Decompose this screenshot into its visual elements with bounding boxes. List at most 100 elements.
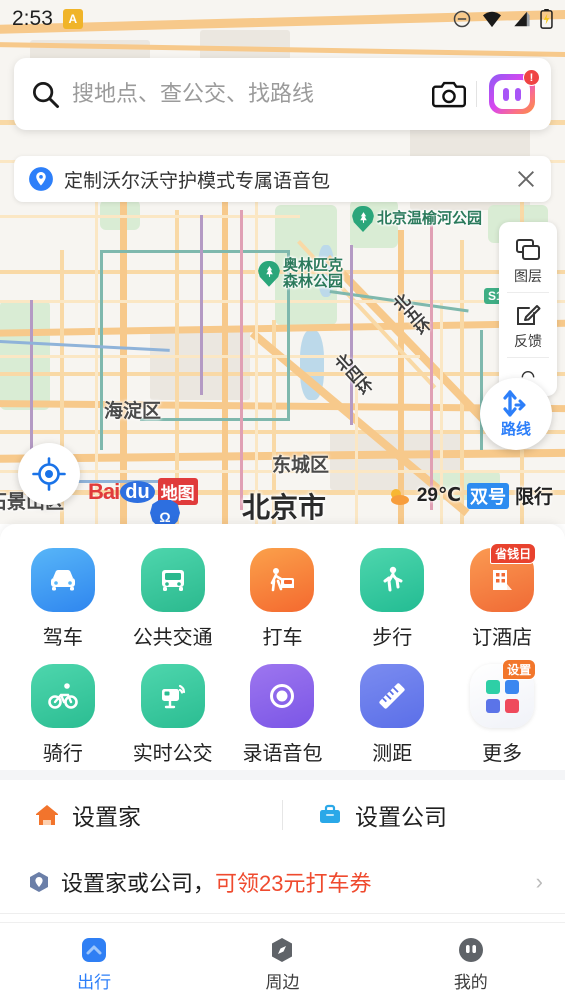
close-icon[interactable] (515, 168, 537, 190)
briefcase-icon (320, 804, 340, 823)
quick-action-label: 测距 (372, 743, 413, 765)
profile-icon (456, 935, 486, 965)
quick-action-taxi[interactable]: 打车 (228, 540, 338, 656)
hailing-icon (250, 548, 315, 612)
ruler-icon (360, 664, 425, 728)
status-bar: 2:53 A (0, 0, 565, 38)
chevron-right-icon[interactable]: › (536, 869, 543, 895)
grid-more-icon: 设置 (470, 659, 537, 728)
nav-item-travel[interactable]: 出行 (0, 923, 188, 1004)
traffic-restriction-badge: 双号 (466, 482, 509, 509)
home-icon (36, 805, 58, 825)
search-input[interactable] (72, 81, 432, 107)
quick-action-bike[interactable]: 骑行 (8, 656, 118, 772)
quick-action-label: 公共交通 (132, 627, 213, 649)
promo-row[interactable]: 设置家或公司，可领23元打车券 › (0, 854, 565, 910)
assistant-badge: ! (523, 69, 540, 86)
shortcuts-row: 设置家 设置公司 (0, 780, 565, 850)
assistant-face (494, 79, 530, 109)
grid-cell-1 (485, 679, 500, 694)
map-tool-feedback[interactable]: 反馈 (499, 295, 557, 355)
nearby-compass-icon (267, 935, 297, 965)
walk-icon (360, 548, 425, 612)
baidu-maps-logo: Bai du 地图 Ω (88, 478, 198, 524)
assistant-eye-right (515, 87, 521, 101)
logo-pin-mark: Ω (150, 500, 180, 524)
logo-du-text: du (120, 480, 155, 503)
bicycle-icon (30, 664, 95, 728)
quick-action-label: 实时公交 (132, 743, 213, 765)
map-city-label: 北京市 (242, 492, 327, 523)
promo-banner[interactable]: 定制沃尔沃守护模式专属语音包 (14, 156, 551, 202)
quick-action-hotel[interactable]: 省钱日 订酒店 (447, 540, 557, 656)
quick-action-realtime-bus[interactable]: 实时公交 (118, 656, 228, 772)
map-district-label: 东城区 (272, 455, 330, 476)
realtime-bus-icon (140, 664, 205, 728)
baidu-maps-home-screen: 北京温榆河公园 奥林匹克 森林公园 S12 海淀区 东城区 石景山区 北京市 北… (0, 0, 565, 1004)
park-tree-icon (258, 260, 280, 287)
nav-item-nearby[interactable]: 周边 (188, 923, 376, 1004)
hotel-icon: 省钱日 (470, 543, 537, 612)
tools-divider (507, 292, 549, 293)
quick-action-more[interactable]: 设置 更多 (447, 656, 557, 772)
map-tool-label: 反馈 (514, 333, 542, 349)
sun-cloud-icon (390, 488, 409, 505)
map-district-label: 海淀区 (104, 401, 162, 422)
promo-text: 设置家或公司，可领23元打车券 (61, 866, 536, 898)
nav-label: 出行 (77, 972, 112, 992)
banner-text: 定制沃尔沃守护模式专属语音包 (64, 170, 331, 192)
nav-item-profile[interactable]: 我的 (377, 923, 565, 1004)
locate-button[interactable] (18, 443, 80, 505)
quick-action-label: 骑行 (42, 743, 83, 765)
grid-cell-3 (485, 698, 500, 713)
quick-action-measure[interactable]: 测距 (337, 656, 447, 772)
camera-icon[interactable] (432, 79, 466, 109)
promo-divider (0, 913, 565, 914)
quick-action-label: 录语音包 (242, 743, 323, 765)
map-weather-widget[interactable]: 29℃ 双号 限行 (387, 482, 553, 509)
quick-action-walk[interactable]: 步行 (337, 540, 447, 656)
promo-text-normal: 设置家或公司， (61, 871, 216, 896)
route-button[interactable]: 路线 (480, 378, 552, 450)
layers-icon (516, 239, 540, 260)
bicycle-glyph (48, 683, 78, 709)
location-pin-icon (29, 167, 53, 191)
hexagon-marker-icon (30, 872, 48, 892)
shortcut-set-home[interactable]: 设置家 (0, 798, 282, 832)
search-bar[interactable]: ! (14, 58, 551, 130)
park-tree-icon (352, 206, 374, 232)
grid-cell-2 (504, 679, 519, 694)
weather-temperature: 29℃ (416, 485, 461, 506)
bottom-nav: 出行 周边 我的 (0, 922, 565, 1004)
map-poi-marker[interactable]: 北京温榆河公园 (352, 206, 482, 232)
record-glyph (270, 684, 295, 708)
map-poi-marker[interactable]: 奥林匹克 森林公园 (258, 258, 343, 290)
shortcut-set-company[interactable]: 设置公司 (283, 798, 565, 832)
status-time: 2:53 (12, 7, 53, 30)
quick-action-label: 更多 (482, 743, 523, 765)
realtime-bus-glyph (161, 684, 185, 709)
quick-actions-row-1: 驾车 公共交通 打车 步行 省钱日 订酒店 (8, 540, 557, 656)
map-tool-layers[interactable]: 图层 (499, 230, 557, 290)
travel-chevron-icon (79, 935, 109, 965)
ruler-glyph (379, 683, 405, 709)
route-button-label: 路线 (500, 421, 531, 438)
grid-more-glyph (485, 679, 519, 713)
quick-action-badge: 省钱日 (490, 543, 537, 564)
battery-charging-icon (540, 9, 553, 29)
nav-label: 我的 (453, 972, 488, 992)
record-icon (250, 664, 315, 728)
hotel-glyph (493, 570, 513, 590)
assistant-robot-icon[interactable]: ! (489, 69, 540, 114)
logo-bai-text: Bai (88, 478, 120, 504)
map-tools-panel: 图层 反馈 (499, 222, 557, 396)
quick-action-voice-record[interactable]: 录语音包 (228, 656, 338, 772)
assistant-eye-left (503, 87, 509, 101)
quick-action-transit[interactable]: 公共交通 (118, 540, 228, 656)
quick-action-label: 步行 (372, 627, 413, 649)
route-arrow-icon (503, 390, 526, 417)
quick-action-drive[interactable]: 驾车 (8, 540, 118, 656)
quick-action-label: 订酒店 (472, 627, 533, 649)
signal-icon (514, 11, 530, 27)
search-divider (476, 81, 477, 107)
